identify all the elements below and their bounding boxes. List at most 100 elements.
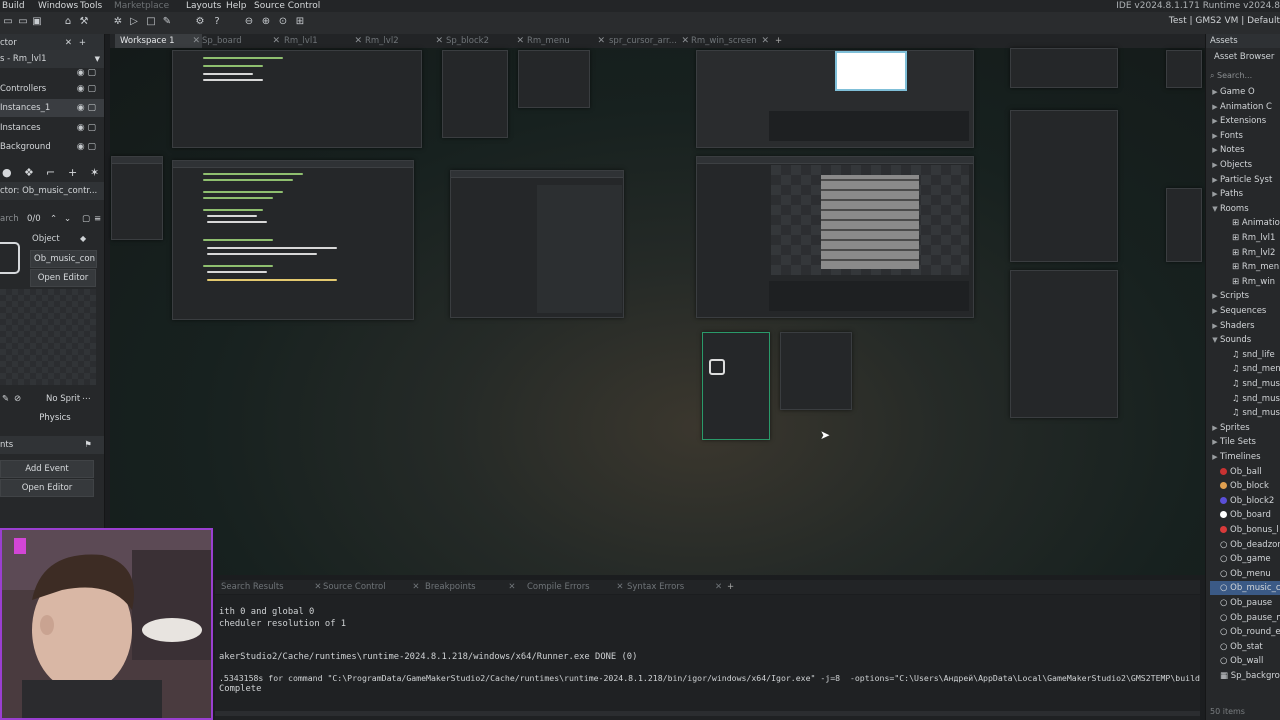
build-icon[interactable]: ⚒ <box>78 16 90 28</box>
sound-editor-window[interactable] <box>1010 270 1118 418</box>
chevron-right-icon[interactable]: ▶ <box>1210 187 1220 201</box>
zoom-out-icon[interactable]: ⊖ <box>243 16 255 28</box>
asset-item[interactable]: ○ Ob_menu <box>1210 567 1271 581</box>
chevron-up-icon[interactable]: ⌃ <box>50 210 57 228</box>
export-icon[interactable]: ⌂ <box>62 16 74 28</box>
asset-item[interactable]: ▶ Notes <box>1210 143 1244 157</box>
asset-item[interactable]: ○ Ob_stat <box>1210 640 1263 654</box>
close-icon[interactable]: ✕ <box>616 582 623 592</box>
grid-icon[interactable]: ⊞ <box>294 16 306 28</box>
asset-search[interactable]: ⌕ Search... <box>1210 70 1278 82</box>
diamond-icon[interactable]: ❖ <box>24 164 34 182</box>
add-event-button[interactable]: Add Event <box>0 460 94 478</box>
settings-icon[interactable]: ⚙ <box>194 16 206 28</box>
tab-rm-win-screen[interactable]: Rm_win_screen ✕ <box>686 34 771 48</box>
asset-item[interactable]: ⊞ Rm_lvl1 <box>1222 231 1275 245</box>
clear-icon[interactable]: ⊘ <box>14 390 21 408</box>
eye-icon[interactable]: ◉ ▢ <box>77 80 96 98</box>
zoom-in-icon[interactable]: ⊕ <box>260 16 272 28</box>
search-input[interactable]: Search... <box>1217 71 1252 80</box>
code-editor-window[interactable] <box>172 160 414 320</box>
chevron-right-icon[interactable]: ▶ <box>1210 129 1220 143</box>
asset-item[interactable]: ▶ Sprites <box>1210 421 1249 435</box>
tab-compile-errors[interactable]: Compile Errors ✕ <box>527 580 623 594</box>
menu-help[interactable]: Help <box>226 0 247 12</box>
asset-item[interactable]: ○ Ob_game <box>1210 552 1271 566</box>
tile-sprite-editor-window[interactable] <box>696 156 974 318</box>
more-icon[interactable]: ⋯ <box>82 390 91 408</box>
chevron-right-icon[interactable]: ▶ <box>1210 319 1220 333</box>
close-icon[interactable]: ✕ <box>508 582 515 592</box>
menu-build[interactable]: Build <box>2 0 25 12</box>
asset-item[interactable]: ○ Ob_round_e <box>1210 625 1280 639</box>
tab-rm-lvl1[interactable]: Rm_lvl1 ✕ <box>279 34 364 48</box>
asset-item[interactable]: ○ Ob_deadzon <box>1210 538 1280 552</box>
asset-item[interactable]: ♫ snd_mus <box>1222 406 1280 420</box>
open-editor-button[interactable]: Open Editor <box>30 269 96 287</box>
asset-item[interactable]: ♫ snd_men <box>1222 362 1280 376</box>
asset-item[interactable]: Ob_ball <box>1210 465 1262 479</box>
code-editor-window[interactable] <box>172 50 422 148</box>
tab-sp-board[interactable]: Sp_board ✕ <box>197 34 282 48</box>
search-input[interactable]: arch <box>0 210 19 228</box>
asset-item[interactable]: ⊞ Rm_lvl2 <box>1222 246 1275 260</box>
open-folder-icon[interactable]: ▭ <box>17 16 29 28</box>
physics-button[interactable]: Physics <box>10 410 100 426</box>
asset-item[interactable]: ▶ Objects <box>1210 158 1252 172</box>
resource-window[interactable] <box>1166 188 1202 262</box>
stop-icon[interactable]: □ <box>145 16 157 28</box>
window-titlebar[interactable] <box>173 161 413 168</box>
asset-item[interactable]: ⊞ Rm_men <box>1222 260 1279 274</box>
chevron-right-icon[interactable]: ▶ <box>1210 143 1220 157</box>
menu-marketplace[interactable]: Marketplace <box>114 0 169 12</box>
chevron-right-icon[interactable]: ▶ <box>1210 421 1220 435</box>
tab-breakpoints[interactable]: Breakpoints ✕ <box>425 580 515 594</box>
asset-item[interactable]: ▶ Game O <box>1210 85 1254 99</box>
asset-item[interactable]: Ob_bonus_l <box>1210 523 1279 537</box>
asset-item[interactable]: ▶ Paths <box>1210 187 1243 201</box>
asset-item[interactable]: ▶ Sequences <box>1210 304 1266 318</box>
chevron-right-icon[interactable]: ▶ <box>1210 85 1220 99</box>
sound-editor-window[interactable] <box>1010 110 1118 262</box>
sprite-editor-window[interactable] <box>696 50 974 148</box>
sprite-canvas[interactable] <box>771 165 969 275</box>
resource-window[interactable] <box>111 156 163 240</box>
workspace-canvas[interactable]: ➤ <box>110 48 1205 575</box>
asset-item[interactable]: ▶ Tile Sets <box>1210 435 1256 449</box>
asset-item[interactable]: ▶ Fonts <box>1210 129 1243 143</box>
asset-item[interactable]: ▼ Rooms <box>1210 202 1248 216</box>
window-titlebar[interactable] <box>112 157 162 164</box>
horizontal-scrollbar[interactable] <box>215 711 1200 716</box>
chevron-right-icon[interactable]: ▶ <box>1210 114 1220 128</box>
object-editor-window[interactable] <box>702 332 770 440</box>
close-icon[interactable]: ✕ <box>314 582 321 592</box>
asset-item[interactable]: ♫ snd_mus <box>1222 392 1280 406</box>
save-icon[interactable]: ▣ <box>31 16 43 28</box>
menu-layouts[interactable]: Layouts <box>186 0 221 12</box>
pencil-icon[interactable]: ✎ <box>2 390 9 408</box>
chevron-right-icon[interactable]: ▶ <box>1210 450 1220 464</box>
run-icon[interactable]: ▷ <box>128 16 140 28</box>
lock-icon[interactable]: ▢ <box>82 210 90 228</box>
clean-icon[interactable]: ✎ <box>161 16 173 28</box>
asset-item[interactable]: ▶ Timelines <box>1210 450 1260 464</box>
asset-item[interactable]: ▼ Sounds <box>1210 333 1251 347</box>
add-tab-icon[interactable]: + <box>770 34 782 48</box>
target-selector[interactable]: Test | GMS2 VM | Default <box>1169 16 1280 26</box>
edit-icon[interactable]: ◆ <box>80 234 86 243</box>
zoom-reset-icon[interactable]: ⊙ <box>277 16 289 28</box>
add-tab-icon[interactable]: + <box>727 580 734 594</box>
object-name-field[interactable]: Ob_music_con <box>30 250 97 268</box>
flag-icon[interactable]: ⚑ <box>84 436 92 454</box>
menu-icon[interactable]: ≡ <box>94 210 101 228</box>
add-layer-icon[interactable]: + <box>68 164 77 182</box>
tab-rm-lvl2[interactable]: Rm_lvl2 ✕ <box>360 34 445 48</box>
asset-item[interactable]: ▶ Scripts <box>1210 289 1249 303</box>
window-titlebar[interactable] <box>451 171 623 178</box>
asset-item[interactable]: ⊞ Rm_win <box>1222 275 1275 289</box>
chevron-right-icon[interactable]: ▶ <box>1210 173 1220 187</box>
chevron-right-icon[interactable]: ▶ <box>1210 435 1220 449</box>
events-window[interactable] <box>518 50 590 108</box>
asset-item[interactable]: ○ Ob_music_c <box>1210 581 1280 596</box>
tab-source-control[interactable]: Source Control ✕ <box>323 580 419 594</box>
